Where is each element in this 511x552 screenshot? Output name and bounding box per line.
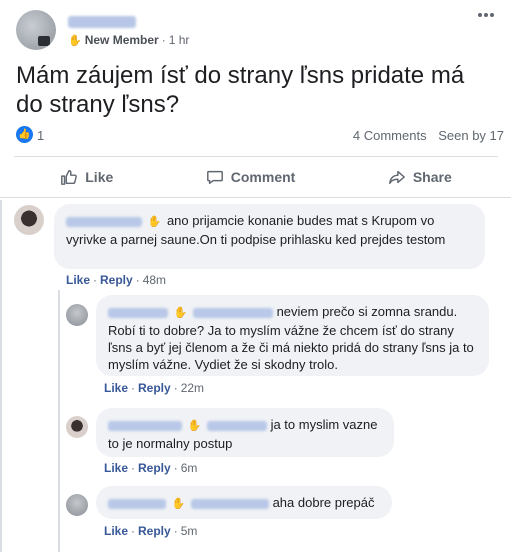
comment-meta: Like · Reply · 48m [66,273,167,287]
wave-hand-icon: ✋ [68,34,82,47]
thumbs-up-icon[interactable]: 👍 [16,126,33,143]
author-name-blurred [68,15,136,28]
more-options-icon[interactable] [478,10,496,20]
commenter-name-blurred[interactable] [66,216,142,227]
comment-like-link[interactable]: Like [104,461,128,475]
share-button[interactable]: Share [388,168,452,186]
action-bar: Like Comment Share [14,160,498,194]
post-stats: 👍 1 4 Comments Seen by 17 [16,124,506,146]
stats-right: 4 Comments Seen by 17 [353,128,504,143]
post-text: Mám záujem ísť do strany ľsns pridate má… [16,62,465,118]
comment-bubble: ✋ ano prijamcie konanie budes mat s Krup… [54,204,485,269]
divider [0,197,511,198]
reply-thread-line [58,290,60,552]
author-avatar[interactable] [16,10,56,50]
comments-count[interactable]: 4 Comments [353,128,427,143]
meta-separator: · [161,33,166,47]
commenter-avatar[interactable] [66,494,88,516]
share-label: Share [412,169,452,185]
wave-hand-icon: ✋ [147,216,162,228]
author-name[interactable] [68,13,136,31]
comment-reply-link[interactable]: Reply [138,461,171,475]
divider [14,156,498,157]
wave-hand-icon: ✋ [171,498,186,510]
member-badge: New Member [84,33,159,47]
like-button[interactable]: Like [60,168,113,186]
share-arrow-icon [388,170,405,185]
comment-meta: Like · Reply · 5m [104,524,198,538]
comment-like-link[interactable]: Like [104,524,128,538]
post-time[interactable]: 1 hr [169,33,190,47]
commenter-avatar[interactable] [14,205,44,235]
comment-reply-link[interactable]: Reply [138,381,171,395]
commenter-name-blurred[interactable] [108,498,166,509]
comment-time[interactable]: 48m [143,273,166,287]
mention-blurred[interactable] [206,420,267,431]
speech-bubble-icon [206,170,223,185]
comment-text: aha dobre prepáč [272,495,375,510]
comment-time[interactable]: 5m [181,524,198,538]
comment-like-link[interactable]: Like [66,273,90,287]
thumbs-up-outline-icon [61,169,78,185]
comment-meta: Like · Reply · 6m [104,461,198,475]
seen-by[interactable]: Seen by 17 [438,128,504,143]
comment-bubble: ✋ neviem prečo si zomna srandu. Robí ti … [96,295,489,376]
mention-blurred[interactable] [192,307,273,318]
post-header: ✋ New Member · 1 hr [16,10,496,54]
comment-time[interactable]: 22m [181,381,204,395]
wave-hand-icon: ✋ [187,420,202,432]
comment-like-link[interactable]: Like [104,381,128,395]
commenter-avatar[interactable] [66,304,88,326]
commenter-avatar[interactable] [66,416,88,438]
wave-hand-icon: ✋ [173,307,188,319]
comment-bubble: ✋ aha dobre prepáč [96,486,392,519]
comment-reply-link[interactable]: Reply [138,524,171,538]
comment-bubble: ✋ ja to myslim vazne to je normalny post… [96,408,394,457]
comment-time[interactable]: 6m [181,461,198,475]
comment-reply-link[interactable]: Reply [100,273,133,287]
comment-button[interactable]: Comment [206,168,296,186]
commenter-name-blurred[interactable] [108,420,182,431]
like-count[interactable]: 1 [37,128,44,143]
like-label: Like [85,169,114,185]
comment-label: Comment [230,169,296,185]
thread-line [0,200,2,552]
commenter-name-blurred[interactable] [108,307,168,318]
comment-meta: Like · Reply · 22m [104,381,205,395]
post-meta: ✋ New Member · 1 hr [68,33,189,47]
mention-blurred[interactable] [190,498,269,509]
